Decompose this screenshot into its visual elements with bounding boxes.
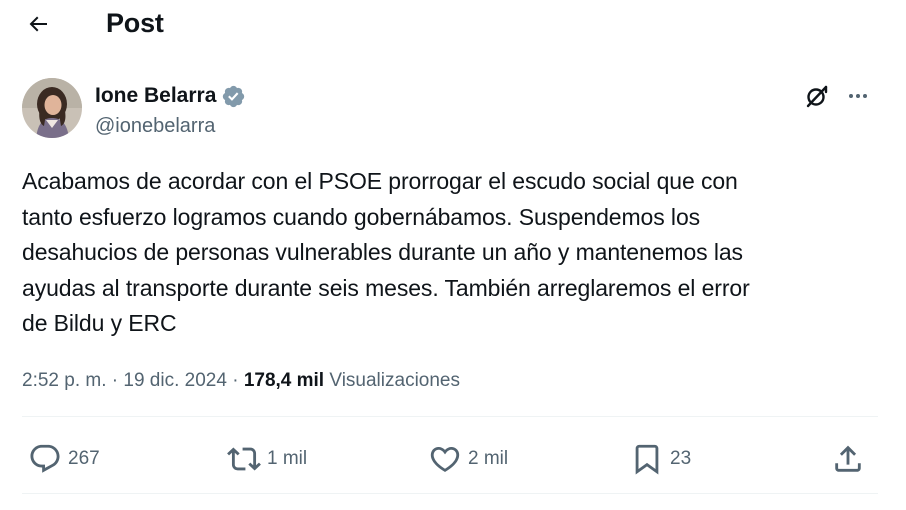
- action-bar: 267 1 mil 2 mil 23: [0, 436, 906, 482]
- reply-count: 267: [68, 448, 100, 469]
- verified-badge-icon[interactable]: [221, 84, 246, 109]
- repost-count: 1 mil: [267, 448, 308, 469]
- author-name[interactable]: Ione Belarra: [95, 82, 216, 110]
- more-options-button[interactable]: [840, 78, 876, 114]
- tweet-time[interactable]: 2:52 p. m.: [22, 370, 107, 391]
- repost-icon: [227, 447, 261, 471]
- author-name-row: Ione Belarra: [95, 82, 246, 110]
- avatar[interactable]: [22, 78, 82, 138]
- back-button[interactable]: [20, 8, 56, 40]
- grok-icon: [806, 85, 828, 108]
- grok-button[interactable]: [799, 78, 835, 114]
- reply-icon: [30, 444, 60, 473]
- more-dots-icon: [849, 94, 867, 98]
- author-handle[interactable]: @ionebelarra: [95, 113, 215, 139]
- divider: [22, 493, 878, 494]
- bookmark-button[interactable]: 23: [630, 436, 691, 482]
- share-icon: [835, 445, 861, 472]
- page-title: Post: [106, 8, 164, 38]
- arrow-left-icon: [29, 16, 47, 32]
- repost-button[interactable]: 1 mil: [227, 436, 307, 482]
- avatar-photo: [22, 78, 82, 138]
- views-label: Visualizaciones: [329, 370, 460, 391]
- meta-separator: ·: [111, 370, 119, 391]
- heart-icon: [430, 446, 460, 472]
- like-count: 2 mil: [468, 448, 509, 469]
- page-header: Post: [0, 0, 906, 48]
- tweet-text: Acabamos de acordar con el PSOE prorroga…: [22, 168, 750, 336]
- tweet-date[interactable]: 19 dic. 2024: [123, 370, 227, 391]
- views-count: 178,4 mil: [243, 370, 325, 391]
- tweet-meta: 2:52 p. m. · 19 dic. 2024 · 178,4 mil Vi…: [22, 368, 460, 394]
- bookmark-icon: [635, 444, 659, 475]
- bookmark-count: 23: [670, 448, 692, 469]
- reply-button[interactable]: 267: [28, 436, 100, 482]
- like-button[interactable]: 2 mil: [428, 436, 508, 482]
- share-button[interactable]: [831, 436, 865, 482]
- meta-separator: ·: [232, 370, 239, 391]
- divider: [22, 416, 878, 417]
